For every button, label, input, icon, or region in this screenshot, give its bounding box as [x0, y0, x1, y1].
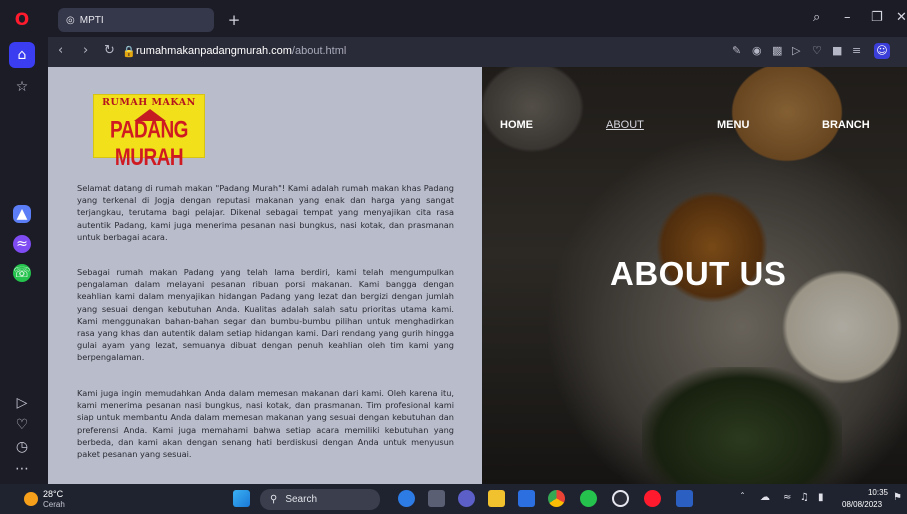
teams-chat-icon[interactable]	[458, 490, 475, 507]
windows-taskbar: 28°C Cerah ⚲ Search ˆ ☁ ≈ ♫ ▮ 10:35 08/0…	[0, 484, 907, 514]
messenger-icon[interactable]: ≈	[13, 235, 31, 253]
food-photo	[642, 367, 842, 484]
settings-sliders-icon[interactable]: ≡	[852, 44, 861, 57]
globe-icon: ◎	[66, 14, 75, 26]
logo-top-text: RUMAH MAKAN	[102, 97, 196, 108]
nav-home[interactable]: HOME	[500, 119, 533, 131]
url-domain: rumahmakanpadangmurah.com	[136, 45, 292, 57]
heart-outline-icon[interactable]: ♡	[812, 44, 822, 57]
about-content: RUMAH MAKAN PADANG MURAH Selamat datang …	[48, 67, 482, 484]
browser-sidebar: O ⌂ ☆ ▲ ≈ ☏ ▷ ♡ ◷ ⋯	[0, 0, 48, 484]
sun-icon[interactable]	[24, 492, 38, 506]
nav-branch[interactable]: BRANCH	[822, 119, 870, 131]
about-paragraph-2: Sebagai rumah makan Padang yang telah la…	[77, 267, 454, 363]
close-button[interactable]: ✕	[896, 10, 907, 25]
site-logo[interactable]: RUMAH MAKAN PADANG MURAH	[93, 94, 205, 171]
nav-menu[interactable]: MENU	[717, 119, 749, 131]
about-paragraph-1: Selamat datang di rumah makan "Padang Mu…	[77, 183, 454, 242]
aria-icon[interactable]: ▲	[13, 205, 31, 223]
show-hidden-icons[interactable]: ˆ	[740, 492, 745, 503]
minimize-button[interactable]: –	[844, 10, 851, 25]
opera-taskbar-icon[interactable]	[644, 490, 661, 507]
logo-bottom-text: PADANG MURAH	[110, 117, 188, 172]
hero-image: HOME ABOUT MENU BRANCH ABOUT US	[482, 67, 907, 484]
copilot-icon[interactable]	[398, 490, 415, 507]
new-tab-button[interactable]: +	[224, 10, 244, 30]
about-paragraph-3: Kami juga ingin memudahkan Anda dalam me…	[77, 388, 454, 460]
bookmarks-icon[interactable]: ☆	[9, 74, 35, 100]
more-icon[interactable]: ⋯	[9, 456, 35, 482]
notification-icon[interactable]: ⚑	[893, 492, 902, 503]
whatsapp-taskbar-icon[interactable]	[580, 490, 597, 507]
hero-title: ABOUT US	[610, 255, 787, 292]
store-icon[interactable]	[518, 490, 535, 507]
home-icon[interactable]: ⌂	[9, 42, 35, 68]
url-field[interactable]: rumahmakanpadangmurah.com/about.html	[136, 45, 346, 57]
media-player-icon[interactable]	[612, 490, 629, 507]
volume-icon[interactable]: ♫	[800, 492, 809, 503]
opera-logo-icon[interactable]: O	[9, 7, 35, 33]
profile-icon[interactable]: ☺	[874, 43, 890, 59]
chrome-icon[interactable]	[548, 490, 565, 507]
reload-icon[interactable]: ↻	[104, 43, 115, 58]
edit-icon[interactable]: ✎	[732, 44, 741, 57]
search-icon: ⚲	[270, 494, 278, 505]
clock-time[interactable]: 10:35	[852, 488, 888, 497]
tab-mpti[interactable]: ◎ MPTI	[58, 8, 214, 32]
forward-icon[interactable]: ›	[83, 43, 88, 58]
web-page: RUMAH MAKAN PADANG MURAH Selamat datang …	[48, 67, 907, 484]
send-icon[interactable]: ▷	[792, 44, 800, 57]
windows-start-icon[interactable]	[233, 490, 250, 507]
shield-icon[interactable]: ▩	[772, 44, 782, 57]
back-icon[interactable]: ‹	[58, 43, 63, 58]
weather-temp: 28°C	[43, 489, 64, 499]
task-view-icon[interactable]	[428, 490, 445, 507]
taskbar-search[interactable]: ⚲ Search	[260, 489, 380, 510]
address-bar: ‹ › ↻ 🔒 rumahmakanpadangmurah.com/about.…	[48, 37, 907, 67]
tab-bar: ◎ MPTI + ⌕ – ❐ ✕	[48, 0, 907, 37]
restore-button[interactable]: ❐	[871, 10, 883, 25]
battery-tray-icon[interactable]: ▮	[818, 492, 824, 503]
tab-title: MPTI	[79, 14, 104, 26]
camera-icon[interactable]: ◉	[752, 44, 762, 57]
cloud-icon[interactable]: ☁	[760, 492, 770, 503]
word-icon[interactable]	[676, 490, 693, 507]
search-placeholder: Search	[285, 494, 318, 505]
clock-date[interactable]: 08/08/2023	[842, 500, 882, 509]
wifi-icon[interactable]: ≈	[783, 492, 791, 503]
nav-about[interactable]: ABOUT	[606, 119, 644, 131]
url-path: /about.html	[291, 45, 347, 57]
whatsapp-icon[interactable]: ☏	[13, 264, 31, 282]
weather-desc: Cerah	[43, 500, 65, 509]
battery-icon[interactable]: ■	[832, 44, 842, 57]
file-explorer-icon[interactable]	[488, 490, 505, 507]
lock-icon: 🔒	[122, 45, 136, 58]
tab-search-icon[interactable]: ⌕	[813, 10, 820, 25]
